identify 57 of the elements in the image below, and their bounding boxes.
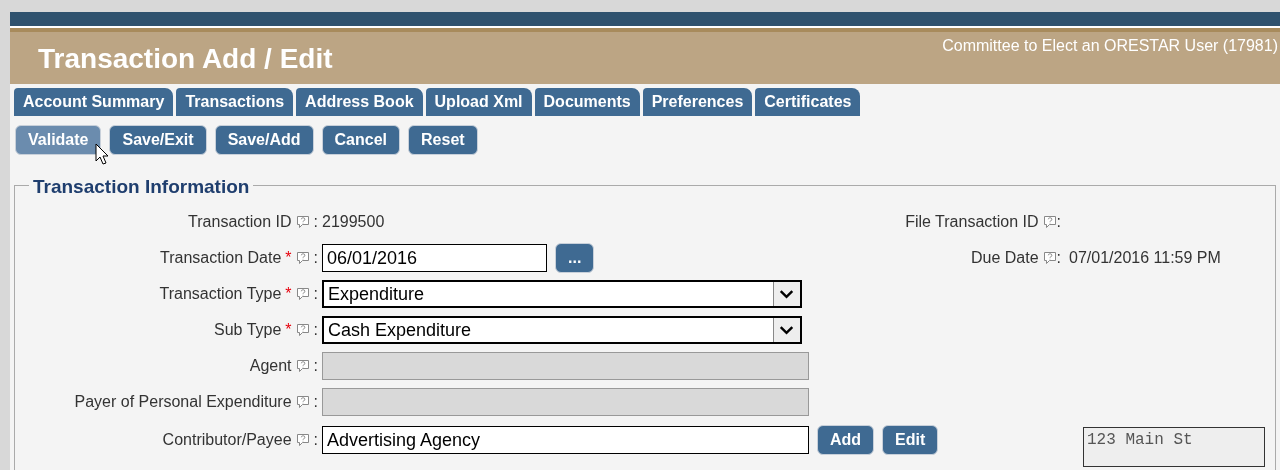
required-mark: *	[285, 320, 292, 340]
mouse-pointer-icon	[95, 143, 109, 165]
nav-tab[interactable]: Documents	[534, 88, 640, 116]
colon: :	[313, 392, 318, 412]
nav-tab[interactable]: Address Book	[296, 88, 423, 116]
required-mark: *	[285, 248, 292, 268]
page-title: Transaction Add / Edit	[38, 42, 333, 76]
action-button[interactable]: Validate	[15, 125, 102, 155]
field-label: Due Date	[970, 248, 1039, 268]
field-label: Sub Type	[214, 320, 282, 340]
field-label: File Transaction ID	[905, 212, 1039, 232]
colon: :	[313, 212, 318, 232]
colon: :	[313, 284, 318, 304]
nav-tab[interactable]: Account Summary	[14, 88, 174, 116]
colon: :	[313, 430, 318, 450]
action-button[interactable]: Reset	[408, 125, 478, 155]
date-input[interactable]: 06/01/2016	[322, 244, 547, 272]
help-icon[interactable]	[295, 433, 310, 447]
field-label: Transaction ID	[188, 212, 292, 232]
chevron-down-icon	[773, 318, 800, 342]
colon: :	[1056, 248, 1061, 268]
chevron-down-icon	[773, 282, 800, 306]
colon: :	[313, 320, 318, 340]
help-icon[interactable]	[295, 323, 310, 337]
help-icon[interactable]	[295, 395, 310, 409]
action-button[interactable]: Cancel	[321, 125, 401, 155]
address-box: 123 Main St	[1083, 427, 1265, 467]
field-label: Payer of Personal Expenditure	[74, 392, 292, 412]
nav-tab[interactable]: Upload Xml	[425, 88, 532, 116]
field-label: Agent	[249, 356, 292, 376]
help-icon[interactable]	[295, 251, 310, 265]
field-value: 07/01/2016 11:59 PM	[1069, 248, 1221, 268]
date-picker-button[interactable]: ...	[555, 243, 595, 273]
nav-tab[interactable]: Transactions	[176, 88, 294, 116]
field-label: Contributor/Payee	[162, 430, 292, 450]
colon: :	[1056, 212, 1061, 232]
field-value: 2199500	[322, 212, 385, 232]
help-icon[interactable]	[295, 287, 310, 301]
select-field[interactable]: Cash Expenditure	[322, 316, 802, 344]
field-label: Transaction Type	[159, 284, 282, 304]
committee-name: Committee to Elect an ORESTAR User (17981)	[942, 36, 1278, 56]
help-icon[interactable]	[1042, 215, 1057, 229]
help-icon[interactable]	[295, 359, 310, 373]
help-icon[interactable]	[1042, 251, 1057, 265]
action-button[interactable]: Save/Exit	[109, 125, 207, 155]
colon: :	[313, 248, 318, 268]
colon: :	[313, 356, 318, 376]
help-icon[interactable]	[295, 215, 310, 229]
nav-tab[interactable]: Preferences	[642, 88, 753, 116]
required-mark: *	[285, 284, 292, 304]
field-label: Transaction Date	[160, 248, 282, 268]
action-button[interactable]: Save/Add	[214, 125, 314, 155]
select-field[interactable]: Expenditure	[322, 280, 802, 308]
edit-button[interactable]: Edit	[882, 425, 939, 455]
nav-tab[interactable]: Certificates	[755, 88, 861, 116]
payee-input[interactable]: Advertising Agency	[322, 426, 809, 454]
add-button[interactable]: Add	[817, 425, 875, 455]
